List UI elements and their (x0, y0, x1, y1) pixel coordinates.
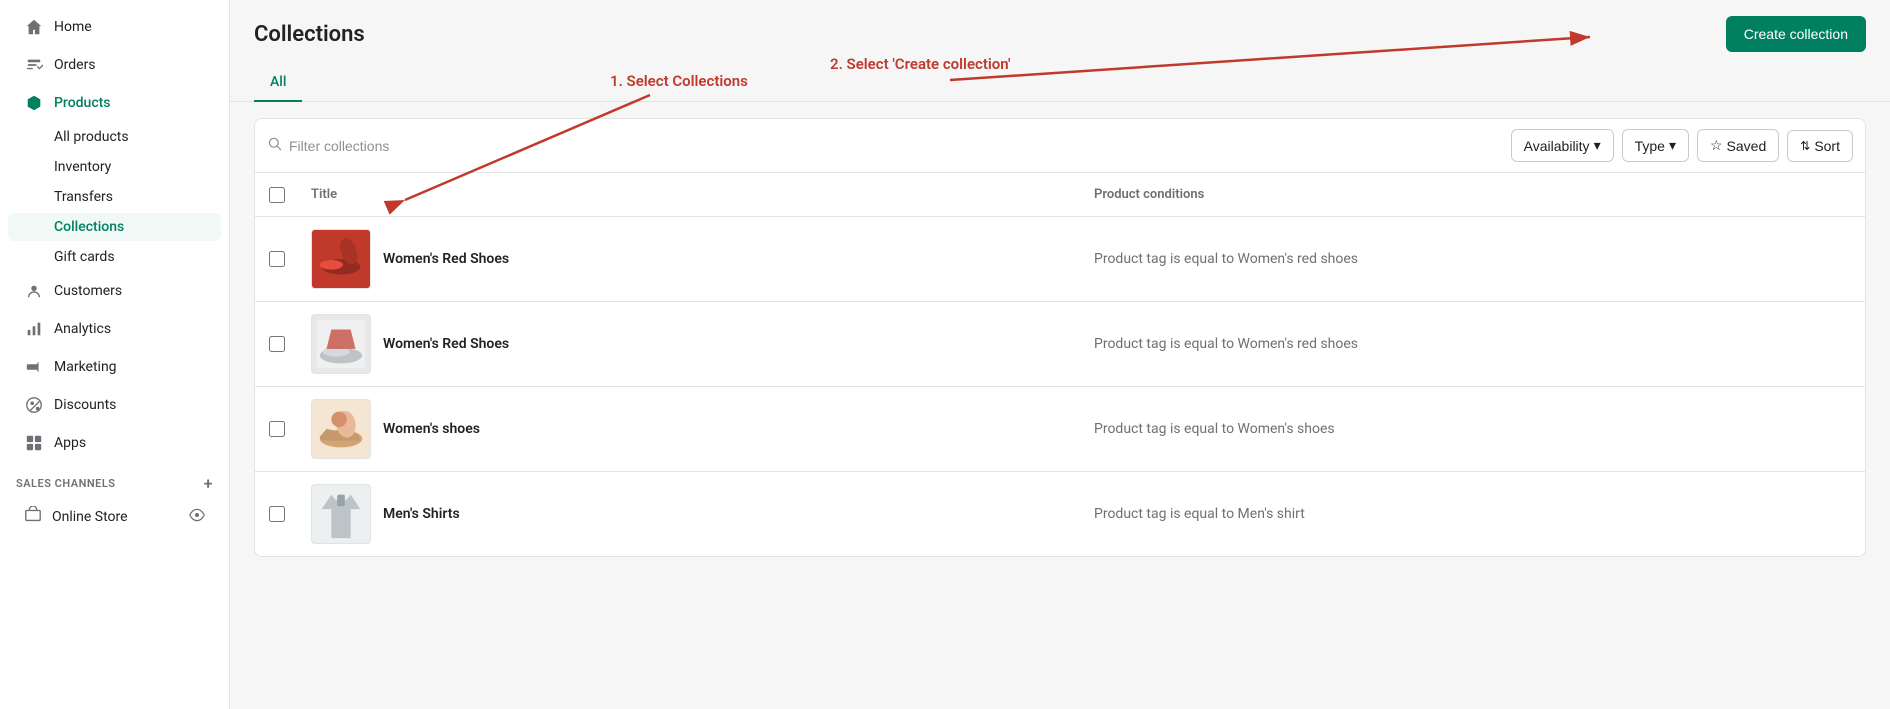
sidebar-item-home[interactable]: Home (8, 9, 221, 45)
add-sales-channel-icon[interactable]: + (204, 474, 213, 493)
discounts-icon (24, 395, 44, 415)
row-checkbox-3[interactable] (269, 421, 285, 437)
availability-label: Availability (1524, 138, 1590, 154)
eye-icon[interactable] (189, 507, 205, 527)
products-icon (24, 93, 44, 113)
conditions-column-header: Product conditions (1082, 183, 1865, 206)
chevron-down-icon-2: ▾ (1669, 137, 1676, 154)
availability-filter-button[interactable]: Availability ▾ (1511, 129, 1614, 162)
apps-icon (24, 433, 44, 453)
sidebar-marketing-label: Marketing (54, 359, 117, 375)
row-condition-2: Product tag is equal to Women's red shoe… (1082, 336, 1865, 352)
row-check-3 (255, 421, 299, 437)
row-condition-4: Product tag is equal to Men's shirt (1082, 506, 1865, 522)
sidebar-item-customers[interactable]: Customers (8, 273, 221, 309)
sidebar-item-analytics[interactable]: Analytics (8, 311, 221, 347)
row-checkbox-2[interactable] (269, 336, 285, 352)
type-filter-button[interactable]: Type ▾ (1622, 129, 1689, 162)
search-input[interactable] (289, 138, 1503, 154)
sidebar-item-discounts[interactable]: Discounts (8, 387, 221, 423)
table-row[interactable]: Men's Shirts Product tag is equal to Men… (255, 472, 1865, 556)
tabs-bar: All (230, 52, 1890, 102)
header-checkbox-cell (255, 183, 299, 206)
home-icon (24, 17, 44, 37)
row-check-4 (255, 506, 299, 522)
row-title-4: Men's Shirts (383, 506, 460, 522)
row-checkbox-4[interactable] (269, 506, 285, 522)
row-title-2: Women's Red Shoes (383, 336, 509, 352)
sidebar-item-marketing[interactable]: Marketing (8, 349, 221, 385)
create-collection-button[interactable]: Create collection (1726, 16, 1866, 52)
type-label: Type (1635, 138, 1665, 154)
sort-icon: ⇅ (1800, 139, 1810, 153)
row-check-1 (255, 251, 299, 267)
filter-bar: Availability ▾ Type ▾ ☆ Saved ⇅ Sort (254, 118, 1866, 173)
sidebar-sub-all-products[interactable]: All products (8, 123, 221, 151)
row-checkbox-1[interactable] (269, 251, 285, 267)
row-title-cell-1: Women's Red Shoes (299, 229, 1082, 289)
tab-all[interactable]: All (254, 64, 302, 102)
search-wrapper (267, 136, 1503, 156)
sidebar-item-apps[interactable]: Apps (8, 425, 221, 461)
sidebar-item-products[interactable]: Products (8, 85, 221, 121)
page-title: Collections (254, 22, 365, 47)
page-header: Collections Create collection (230, 0, 1890, 52)
row-title-3: Women's shoes (383, 421, 480, 437)
chevron-down-icon: ▾ (1594, 137, 1601, 154)
row-title-cell-2: Women's Red Shoes (299, 314, 1082, 374)
sidebar: Home Orders Products All products Invent… (0, 0, 230, 709)
row-title-cell-4: Men's Shirts (299, 484, 1082, 544)
sort-button[interactable]: ⇅ Sort (1787, 130, 1853, 162)
row-condition-1: Product tag is equal to Women's red shoe… (1082, 251, 1865, 267)
main-content: 1. Select Collections 2. Select 'Create … (230, 0, 1890, 709)
star-icon: ☆ (1710, 137, 1723, 154)
sidebar-products-label: Products (54, 95, 111, 111)
row-title-1: Women's Red Shoes (383, 251, 509, 267)
sales-channels-section: SALES CHANNELS + (0, 462, 229, 497)
product-thumbnail-1 (311, 229, 371, 289)
customers-icon (24, 281, 44, 301)
row-condition-3: Product tag is equal to Women's shoes (1082, 421, 1865, 437)
table-row[interactable]: Women's Red Shoes Product tag is equal t… (255, 217, 1865, 302)
product-thumbnail-2 (311, 314, 371, 374)
orders-icon (24, 55, 44, 75)
table-row[interactable]: Women's shoes Product tag is equal to Wo… (255, 387, 1865, 472)
collections-table: Title Product conditions Women's Red Sho… (254, 173, 1866, 557)
saved-label: Saved (1727, 138, 1767, 154)
sidebar-home-label: Home (54, 19, 92, 35)
sidebar-analytics-label: Analytics (54, 321, 111, 337)
search-icon (267, 136, 283, 156)
table-header-row: Title Product conditions (255, 173, 1865, 217)
sidebar-sub-transfers[interactable]: Transfers (8, 183, 221, 211)
sidebar-discounts-label: Discounts (54, 397, 116, 413)
product-thumbnail-3 (311, 399, 371, 459)
product-thumbnail-4 (311, 484, 371, 544)
table-row[interactable]: Women's Red Shoes Product tag is equal t… (255, 302, 1865, 387)
title-column-header: Title (299, 183, 1082, 206)
online-store-icon (24, 506, 42, 528)
sidebar-sub-gift-cards[interactable]: Gift cards (8, 243, 221, 271)
online-store-label: Online Store (52, 509, 128, 525)
sort-label: Sort (1814, 138, 1840, 154)
sidebar-orders-label: Orders (54, 57, 96, 73)
select-all-checkbox[interactable] (269, 187, 285, 203)
content-area: Availability ▾ Type ▾ ☆ Saved ⇅ Sort (230, 102, 1890, 709)
marketing-icon (24, 357, 44, 377)
saved-button[interactable]: ☆ Saved (1697, 129, 1779, 162)
sidebar-sub-collections[interactable]: Collections (8, 213, 221, 241)
analytics-icon (24, 319, 44, 339)
row-title-cell-3: Women's shoes (299, 399, 1082, 459)
sidebar-customers-label: Customers (54, 283, 122, 299)
row-check-2 (255, 336, 299, 352)
sidebar-item-online-store[interactable]: Online Store (8, 498, 221, 536)
sidebar-sub-inventory[interactable]: Inventory (8, 153, 221, 181)
sidebar-apps-label: Apps (54, 435, 86, 451)
sidebar-item-orders[interactable]: Orders (8, 47, 221, 83)
